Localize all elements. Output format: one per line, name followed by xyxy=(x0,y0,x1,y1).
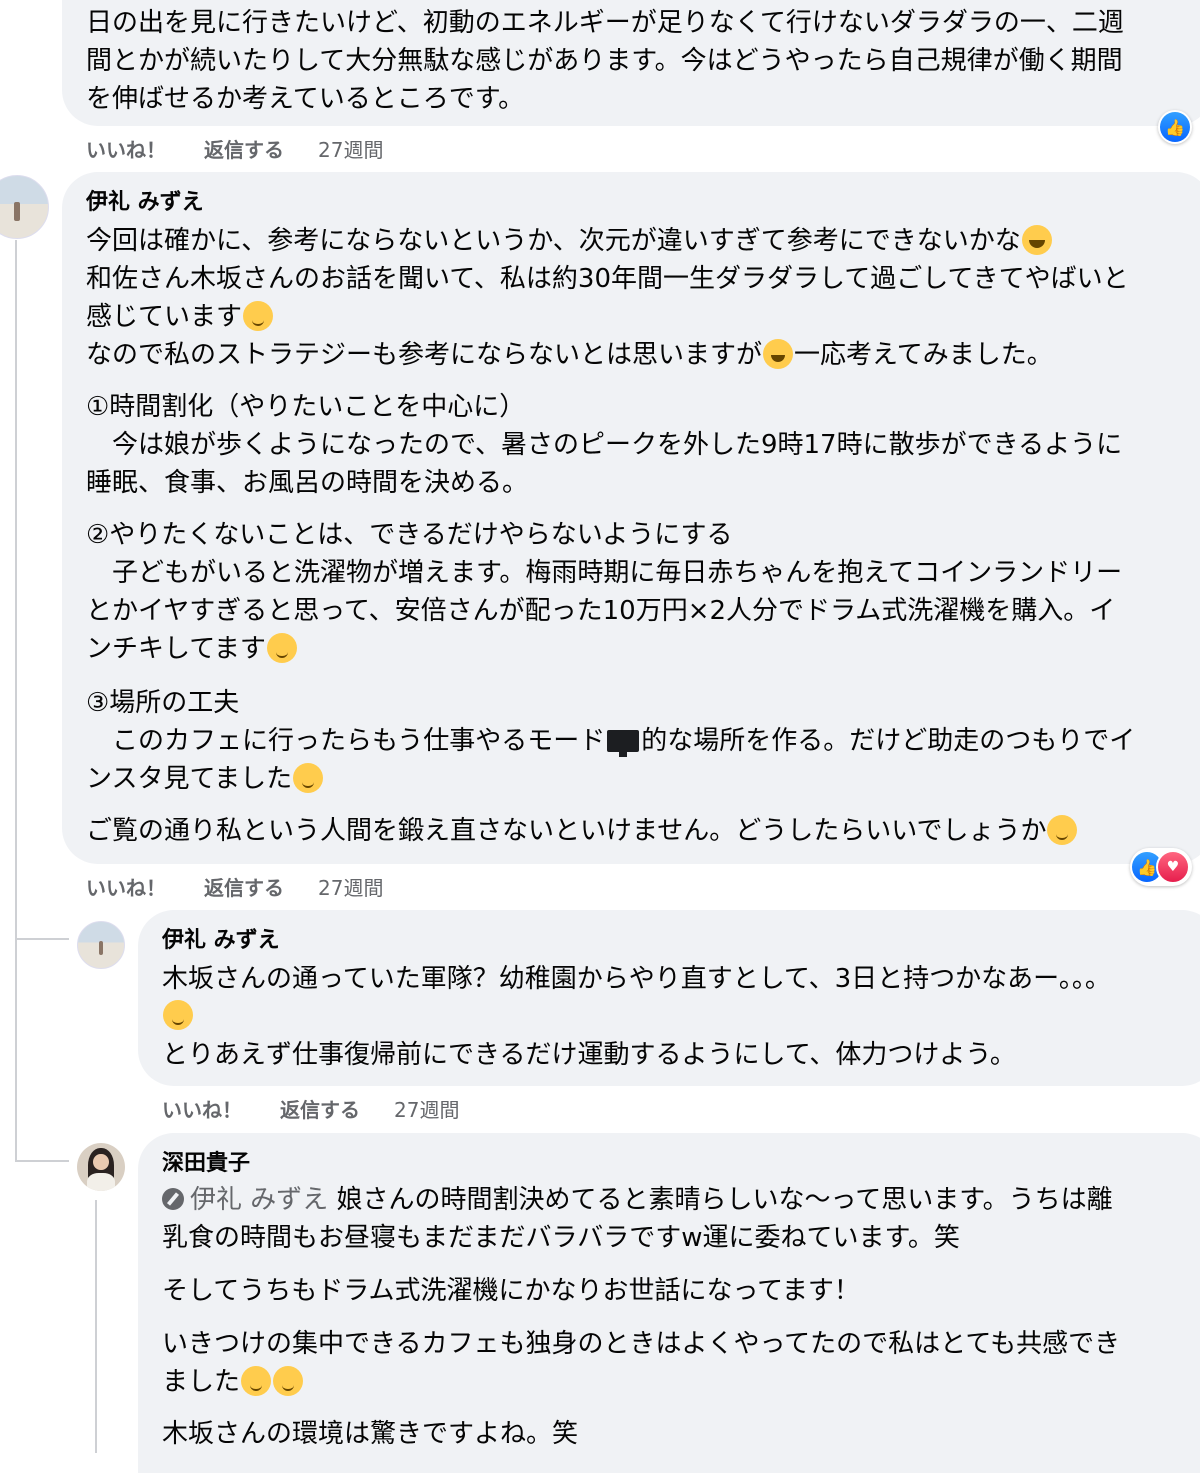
comment-text-line: 睡眠、食事、お風呂の時間を決める。 xyxy=(86,468,529,498)
timestamp[interactable]: 27週間 xyxy=(394,1094,459,1123)
comment-text-line: ンチキしてます xyxy=(86,630,298,668)
like-button[interactable]: いいね！ xyxy=(86,134,166,163)
relieved-emoji-icon xyxy=(1047,815,1078,845)
comment-text-line: 感じています xyxy=(86,298,274,336)
comment-text-line: ①時間割化（やりたいことを中心に） xyxy=(86,392,526,422)
relieved-emoji-icon xyxy=(243,301,274,331)
relieved-emoji-icon xyxy=(266,633,297,663)
thread-line-main xyxy=(15,240,17,940)
comment-text-line: 木坂さんの通っていた軍隊？幼稚園からやり直すとして、3日と持つかなあー。。。 xyxy=(162,964,1111,994)
comment-text-line: 和佐さん木坂さんのお話を聞いて、私は約30年間一生ダラダラして過ごしてきてやばい… xyxy=(86,264,1129,294)
comment-text-line: そしてうちもドラム式洗濯機にかなりお世話になってます！ xyxy=(162,1276,860,1306)
avatar[interactable] xyxy=(0,175,49,239)
relieved-emoji-icon xyxy=(293,763,324,793)
comment-actions: いいね！ 返信する 27週間 xyxy=(86,872,383,901)
thread-connector-reply1 xyxy=(15,938,69,940)
sweat-smile-emoji-icon xyxy=(763,339,794,369)
comment-author[interactable]: 伊礼 みずえ xyxy=(162,926,280,956)
reply-button[interactable]: 返信する xyxy=(280,1094,360,1123)
comment-text-line: 乳食の時間もお昼寝もまだまだバラバラですw運に委ねています。笑 xyxy=(162,1223,960,1253)
relieved-emoji-icon xyxy=(273,1366,304,1396)
comment-bubble: 日の出を見に行きたいけど、初動のエネルギーが足りなくて行けないダラダラの一、二週… xyxy=(62,0,1200,126)
reply-bubble: 深田貴子 伊礼 みずえ 娘さんの時間割決めてると素晴らしいな〜って思います。うち… xyxy=(138,1133,1200,1473)
comment-text-line: このカフェに行ったらもう仕事やるモード 的な場所を作る。だけど助走のつもりでイ xyxy=(86,726,1136,757)
reply-bubble: 伊礼 みずえ 木坂さんの通っていた軍隊？幼稚園からやり直すとして、3日と持つかな… xyxy=(138,910,1200,1086)
like-button[interactable]: いいね！ xyxy=(86,872,166,901)
comment-text-line: 木坂さんの環境は驚きですよね。笑 xyxy=(162,1419,579,1449)
comment-text-line: ご覧の通り私という人間を鍛え直さないといけません。どうしたらいいでしょうか xyxy=(86,812,1078,850)
reaction-badge[interactable]: 👍 ♥ xyxy=(1130,848,1192,886)
love-icon: ♥ xyxy=(1156,850,1190,884)
avatar[interactable] xyxy=(77,921,125,969)
comment-text-line: なので私のストラテジーも参考にならないとは思いますが 一応考えてみました。 xyxy=(86,339,1053,370)
mention-icon xyxy=(162,1188,184,1210)
relieved-emoji-icon xyxy=(163,1000,193,1030)
comment-text-line: 日の出を見に行きたいけど、初動のエネルギーが足りなくて行けないダラダラの一、二週 xyxy=(86,8,1124,38)
comment-text-line: ました xyxy=(162,1363,304,1401)
comment-text-line: ンスタ見てました xyxy=(86,760,324,798)
comment-text-line: 子どもがいると洗濯物が増えます。梅雨時期に毎日赤ちゃんを抱えてコインランドリー xyxy=(86,558,1123,588)
comment-text-line: とかイヤすぎると思って、安倍さんが配った10万円×2人分でドラム式洗濯機を購入。… xyxy=(86,596,1116,626)
comment-text-line: 今は娘が歩くようになったので、暑さのピークを外した9時17時に散歩ができるように xyxy=(86,430,1123,460)
smiling-emoji-icon xyxy=(241,1366,272,1396)
reply-button[interactable]: 返信する xyxy=(204,134,284,163)
like-icon: 👍 xyxy=(1160,112,1190,142)
comment-text-line: とりあえず仕事復帰前にできるだけ運動するようにして、体力つけよう。 xyxy=(162,1040,1016,1070)
timestamp[interactable]: 27週間 xyxy=(318,134,383,163)
comment-text-line: 間とかが続いたりして大分無駄な感じがあります。今はどうやったら自己規律が働く期間 xyxy=(86,46,1123,76)
desktop-computer-icon xyxy=(607,730,640,757)
comment-actions: いいね！ 返信する 27週間 xyxy=(162,1094,459,1123)
thread-line-reply2 xyxy=(95,1200,97,1453)
mention-link[interactable]: 伊礼 みずえ xyxy=(190,1185,328,1215)
comment-text-line: いきつけの集中できるカフェも独身のときはよくやってたので私はとても共感でき xyxy=(162,1329,1121,1359)
avatar[interactable] xyxy=(77,1143,125,1191)
comment-bubble: 伊礼 みずえ 今回は確かに、参考にならないというか、次元が違いすぎて参考にできな… xyxy=(62,172,1200,864)
comment-text-line: 伊礼 みずえ 娘さんの時間割決めてると素晴らしいな〜って思います。うちは離 xyxy=(162,1181,1113,1219)
comment-author[interactable]: 深田貴子 xyxy=(162,1149,250,1179)
like-button[interactable]: いいね！ xyxy=(162,1094,242,1123)
reply-button[interactable]: 返信する xyxy=(204,872,284,901)
comment-text-line: を伸ばせるか考えているところです。 xyxy=(86,84,525,114)
timestamp[interactable]: 27週間 xyxy=(318,872,383,901)
reaction-badge[interactable]: 👍 xyxy=(1158,110,1192,144)
comment-text-line: 今回は確かに、参考にならないというか、次元が違いすぎて参考にできないかな xyxy=(86,222,1053,260)
comment-actions: いいね！ 返信する 27週間 xyxy=(86,134,383,163)
thread-connector-reply2 xyxy=(15,1160,69,1162)
comment-author[interactable]: 伊礼 みずえ xyxy=(86,188,204,218)
laughing-emoji-icon xyxy=(1021,225,1052,255)
thread-line-lower xyxy=(15,940,17,1160)
comment-text-line: ②やりたくないことは、できるだけやらないようにする xyxy=(86,520,733,550)
comment-text-line: ③場所の工夫 xyxy=(86,688,240,718)
